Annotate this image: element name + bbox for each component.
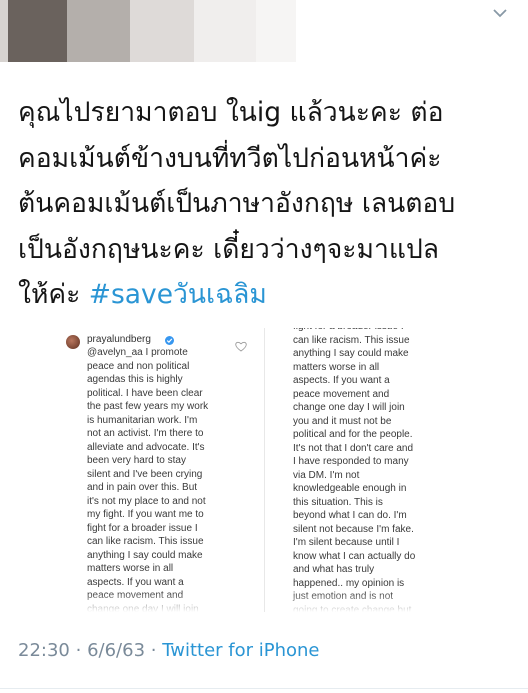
comment-line: been very hard to stay [87,455,186,466]
header-blur-block [0,0,8,62]
divider [0,688,528,689]
comment-line: fight for a broader issue I [87,522,198,534]
chevron-down-icon[interactable] [493,8,507,18]
header-blur-block [8,0,67,62]
comment-line: this situation. This is [293,496,383,508]
blurred-header-strip [0,0,528,62]
comment-line: you and it must not be [293,415,392,427]
verified-badge-icon [165,336,174,345]
comment-line: change one day I will join [293,402,405,413]
comment-line: beyond what I can do. I'm [293,510,407,521]
tweet-line: เป็นอังกฤษนะคะ เดี๋ยวว่างๆจะมาแปล [18,233,439,265]
header-blur-block [256,0,296,62]
comment-line: @avelyn_aa I promote [87,347,188,358]
comment-line: happened.. my opinion is [293,577,405,589]
comment-line: is humanitarian work. I'm [87,414,198,426]
tweet-date: 6/6/63 [87,640,146,661]
header-blur-block [130,0,194,62]
comment-line: not an activist. I'm there to [87,428,204,439]
header-blur-block [67,0,130,62]
embedded-image[interactable]: prayalundberg @avelyn_aa I promote peace … [18,328,518,612]
meta-separator: · [75,640,82,661]
comment-line: I'm silent because until I [293,537,400,548]
instagram-comment-panel-left: prayalundberg @avelyn_aa I promote peace … [18,328,265,612]
comment-line: the past few years my work [87,401,209,412]
tweet-line: คอมเม้นต์ข้างบนที่ทวีตไปก่อนหน้าค่ะ [18,142,442,174]
comment-line: via DM. I'm not [293,469,360,481]
comment-line: aspects. If you want a [293,375,390,386]
tweet-line: ให้ค่ะ [18,279,89,310]
comment-line: can like racism. This issue [87,536,204,547]
comment-line: matters worse in all [293,361,380,373]
comment-line: know what I can actually do [293,550,416,562]
comment-line: It's not that I don't care and [293,442,414,454]
tweet-meta: 22:30 · 6/6/63 · Twitter for iPhone [18,640,320,661]
comment-line: matters worse in all [87,563,174,574]
comment-line: silent not because I'm fake. [293,523,414,535]
meta-separator: · [150,640,157,661]
tweet-text: คุณไปรยามาตอบ ในig แล้วนะคะ ต่อ คอมเม้นต… [18,90,523,318]
tweet-time: 22:30 [18,640,70,661]
comment-line: knowledgeable enough in [293,483,407,494]
comment-line: and what has truly [293,564,375,575]
header-blur-block [194,0,256,62]
comment-line: anything I say could make [87,549,203,561]
comment-line: my fight. If you want me to [87,509,204,520]
comment-line: peace movement and [293,388,390,400]
avatar [66,335,80,349]
comment-line: and in pain over this. But [87,482,198,493]
tweet-source-link[interactable]: Twitter for iPhone [162,640,319,661]
instagram-comment-panel-right: fight for a broader issue Ican like raci… [270,328,518,612]
instagram-comment-text: @avelyn_aa I promote peace and non politi… [87,346,257,612]
comment-line: alleviate and advocate. It's [87,441,205,453]
comment-line: agendas this is highly [87,374,183,385]
tweet-line: ต้นคอมเม้นต์เป็นภาษาอังกฤษ เลนตอบ [18,188,456,219]
bottom-fade [270,592,518,612]
comment-line: peace and non political [87,360,190,372]
comment-line: can like racism. This issue [293,334,410,346]
bottom-fade [18,592,264,612]
comment-line: political. I have been clear [87,387,203,399]
comment-line: it's not my place to and not [87,495,206,507]
hashtag-link[interactable]: #saveวันเฉลิม [89,279,267,310]
comment-line: I have responded to many [293,456,409,467]
comment-line: anything I say could make [293,348,409,359]
instagram-comment-text: fight for a broader issue Ican like raci… [293,328,518,612]
comment-line: aspects. If you want a [87,576,184,588]
comment-line: political and for the people. [293,429,413,440]
comment-line: silent and I've been crying [87,468,203,480]
instagram-username: prayalundberg [87,334,151,345]
tweet-line: คุณไปรยามาตอบ ในig แล้วนะคะ ต่อ [18,97,444,128]
tweet-line-last: ให้ค่ะ #saveวันเฉลิม [18,272,523,318]
